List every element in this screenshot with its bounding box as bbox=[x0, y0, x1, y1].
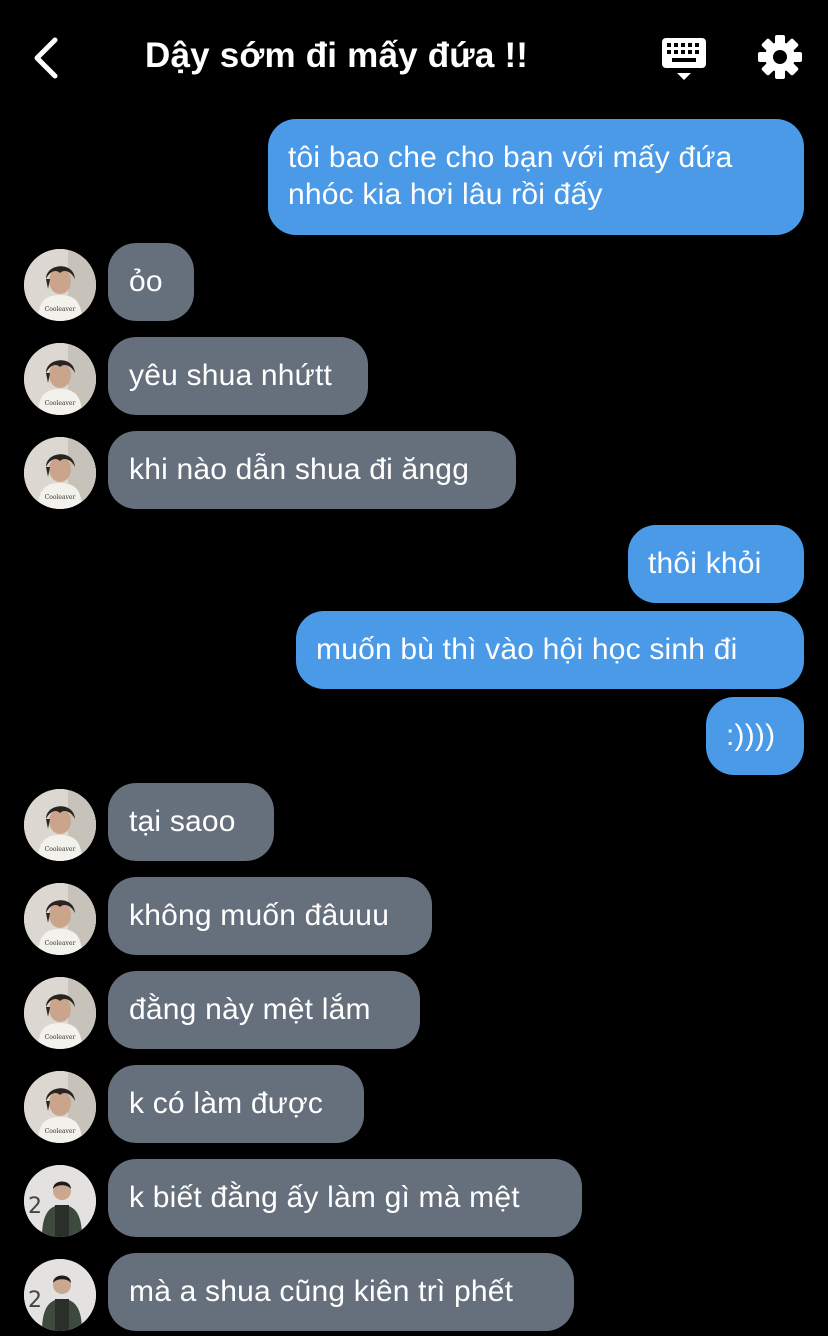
message-row: mà a shua cũng kiên trì phết bbox=[0, 1253, 828, 1331]
keyboard-icon bbox=[662, 38, 706, 80]
message-row: k biết đằng ấy làm gì mà mệt bbox=[0, 1159, 828, 1237]
avatar[interactable] bbox=[24, 1165, 96, 1237]
message-bubble-incoming[interactable]: mà a shua cũng kiên trì phết bbox=[108, 1253, 574, 1331]
message-bubble-incoming[interactable]: đằng này mệt lắm bbox=[108, 971, 420, 1049]
message-row: k có làm được bbox=[0, 1065, 828, 1143]
message-row: muốn bù thì vào hội học sinh đi bbox=[0, 611, 828, 689]
avatar[interactable] bbox=[24, 249, 96, 321]
chat-header: Dậy sớm đi mấy đứa !! bbox=[0, 0, 828, 112]
message-bubble-incoming[interactable]: tại saoo bbox=[108, 783, 274, 861]
message-bubble-outgoing[interactable]: thôi khỏi bbox=[628, 525, 804, 603]
message-row: thôi khỏi bbox=[0, 525, 828, 603]
message-row: không muốn đâuuu bbox=[0, 877, 828, 955]
back-button[interactable] bbox=[24, 30, 68, 86]
avatar[interactable] bbox=[24, 1259, 96, 1331]
settings-button[interactable] bbox=[757, 34, 803, 80]
message-row: tôi bao che cho bạn với mấy đứa nhóc kia… bbox=[0, 119, 828, 235]
avatar[interactable] bbox=[24, 1071, 96, 1143]
message-row: :)))) bbox=[0, 697, 828, 775]
message-bubble-outgoing[interactable]: :)))) bbox=[706, 697, 804, 775]
message-bubble-incoming[interactable]: ỏo bbox=[108, 243, 194, 321]
avatar[interactable] bbox=[24, 977, 96, 1049]
message-bubble-incoming[interactable]: không muốn đâuuu bbox=[108, 877, 432, 955]
chevron-left-icon bbox=[34, 37, 58, 79]
chat-title: Dậy sớm đi mấy đứa !! bbox=[145, 36, 529, 75]
avatar[interactable] bbox=[24, 789, 96, 861]
message-row: đằng này mệt lắm bbox=[0, 971, 828, 1049]
avatar[interactable] bbox=[24, 437, 96, 509]
message-bubble-incoming[interactable]: k biết đằng ấy làm gì mà mệt bbox=[108, 1159, 582, 1237]
message-bubble-incoming[interactable]: yêu shua nhứtt bbox=[108, 337, 368, 415]
message-row: khi nào dẫn shua đi ăngg bbox=[0, 431, 828, 509]
message-row: tại saoo bbox=[0, 783, 828, 861]
message-bubble-outgoing[interactable]: muốn bù thì vào hội học sinh đi bbox=[296, 611, 804, 689]
message-bubble-incoming[interactable]: khi nào dẫn shua đi ăngg bbox=[108, 431, 516, 509]
message-row: yêu shua nhứtt bbox=[0, 337, 828, 415]
avatar[interactable] bbox=[24, 883, 96, 955]
gear-icon bbox=[758, 35, 802, 79]
keyboard-button[interactable] bbox=[656, 34, 712, 84]
message-bubble-incoming[interactable]: k có làm được bbox=[108, 1065, 364, 1143]
avatar[interactable] bbox=[24, 343, 96, 415]
message-bubble-outgoing[interactable]: tôi bao che cho bạn với mấy đứa nhóc kia… bbox=[268, 119, 804, 235]
message-row: ỏo bbox=[0, 243, 828, 321]
